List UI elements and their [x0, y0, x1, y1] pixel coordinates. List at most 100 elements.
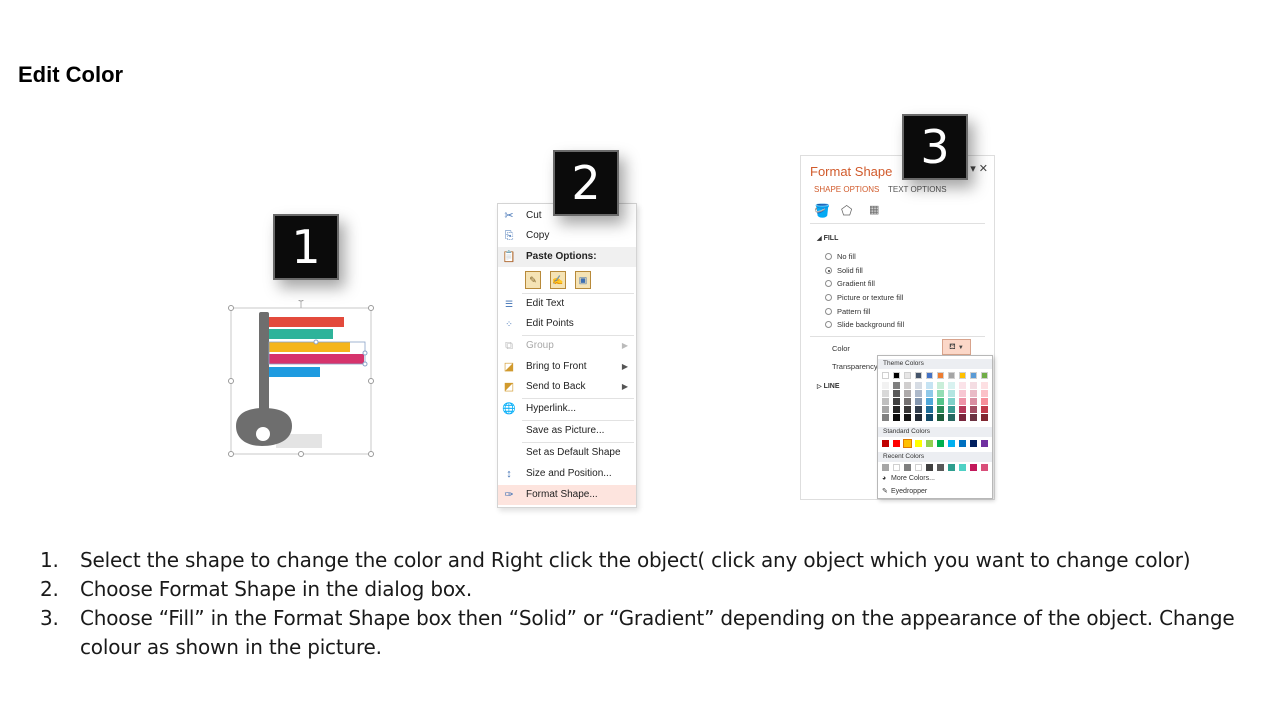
menu-item-size-and-position[interactable]: ↕ Size and Position... [498, 464, 636, 484]
theme-color-swatch[interactable] [926, 372, 933, 379]
line-section-header[interactable]: ▷ LINE [817, 383, 840, 390]
theme-shade-swatch[interactable] [915, 398, 922, 405]
key-diagram[interactable] [226, 300, 376, 460]
theme-shade-swatch[interactable] [926, 398, 933, 405]
standard-color-swatch[interactable] [937, 440, 944, 447]
standard-color-swatch[interactable] [926, 440, 933, 447]
theme-shade-swatch[interactable] [882, 382, 889, 389]
theme-shade-swatch[interactable] [882, 406, 889, 413]
theme-shade-swatch[interactable] [959, 398, 966, 405]
menu-item-save-as-picture[interactable]: Save as Picture... [498, 421, 636, 441]
menu-item-hyperlink[interactable]: 🌐 Hyperlink... [498, 399, 636, 419]
theme-shade-swatch[interactable] [937, 398, 944, 405]
theme-shade-swatch[interactable] [926, 382, 933, 389]
theme-shade-swatch[interactable] [893, 398, 900, 405]
theme-color-swatch[interactable] [981, 372, 988, 379]
theme-shade-swatch[interactable] [948, 382, 955, 389]
size-properties-icon[interactable]: ▦ [869, 203, 879, 216]
menu-item-bring-to-front[interactable]: ◪ Bring to Front ▶ [498, 357, 636, 377]
recent-color-swatch[interactable] [926, 464, 933, 471]
theme-shade-swatch[interactable] [915, 390, 922, 397]
standard-color-swatch[interactable] [893, 440, 900, 447]
standard-color-swatch[interactable] [915, 440, 922, 447]
theme-shade-swatch[interactable] [937, 382, 944, 389]
tab-shape-options[interactable]: SHAPE OPTIONS [814, 185, 879, 194]
theme-shade-swatch[interactable] [937, 414, 944, 421]
eyedropper-item[interactable]: ✎ Eyedropper [882, 487, 927, 495]
theme-shade-swatch[interactable] [959, 414, 966, 421]
theme-shade-swatch[interactable] [981, 406, 988, 413]
theme-shade-swatch[interactable] [926, 406, 933, 413]
theme-shade-swatch[interactable] [970, 390, 977, 397]
theme-shade-swatch[interactable] [904, 390, 911, 397]
theme-shade-swatch[interactable] [959, 382, 966, 389]
theme-shade-swatch[interactable] [959, 406, 966, 413]
theme-shade-swatch[interactable] [904, 398, 911, 405]
standard-color-swatch[interactable] [948, 440, 955, 447]
theme-shade-swatch[interactable] [882, 390, 889, 397]
menu-item-group[interactable]: ⧉ Group ▶ [498, 336, 636, 356]
standard-color-swatch[interactable] [882, 440, 889, 447]
theme-color-swatch[interactable] [882, 372, 889, 379]
theme-shade-swatch[interactable] [937, 406, 944, 413]
theme-color-swatch[interactable] [959, 372, 966, 379]
recent-color-swatch[interactable] [893, 464, 900, 471]
menu-item-send-to-back[interactable]: ◩ Send to Back ▶ [498, 377, 636, 397]
standard-color-swatch[interactable] [959, 440, 966, 447]
theme-shade-swatch[interactable] [893, 414, 900, 421]
recent-color-swatch[interactable] [981, 464, 988, 471]
close-icon[interactable]: ▾ ✕ [970, 162, 988, 175]
recent-color-swatch[interactable] [882, 464, 889, 471]
theme-shade-swatch[interactable] [915, 382, 922, 389]
recent-color-swatch[interactable] [915, 464, 922, 471]
theme-shade-swatch[interactable] [970, 414, 977, 421]
theme-shade-swatch[interactable] [904, 406, 911, 413]
theme-shade-swatch[interactable] [948, 406, 955, 413]
effects-icon[interactable]: ⬠ [841, 203, 852, 219]
standard-color-swatch[interactable] [981, 440, 988, 447]
recent-color-swatch[interactable] [937, 464, 944, 471]
theme-shade-swatch[interactable] [981, 382, 988, 389]
recent-color-swatch[interactable] [970, 464, 977, 471]
menu-item-edit-points[interactable]: ⁘ Edit Points [498, 314, 636, 334]
theme-shade-swatch[interactable] [981, 390, 988, 397]
recent-color-swatch[interactable] [904, 464, 911, 471]
theme-color-swatch[interactable] [915, 372, 922, 379]
tab-text-options[interactable]: TEXT OPTIONS [888, 185, 947, 194]
theme-shade-swatch[interactable] [915, 406, 922, 413]
theme-shade-swatch[interactable] [904, 382, 911, 389]
theme-shade-swatch[interactable] [926, 414, 933, 421]
standard-color-swatch[interactable] [970, 440, 977, 447]
theme-shade-swatch[interactable] [915, 414, 922, 421]
paste-picture-icon[interactable]: ▣ [575, 271, 591, 289]
menu-item-set-default-shape[interactable]: Set as Default Shape [498, 443, 636, 463]
fill-section-header[interactable]: ◢ FILL [817, 235, 838, 242]
theme-shade-swatch[interactable] [904, 414, 911, 421]
theme-color-swatch[interactable] [937, 372, 944, 379]
theme-shade-swatch[interactable] [882, 398, 889, 405]
fill-line-icon[interactable]: 🪣 [814, 203, 830, 219]
paste-use-destination-icon[interactable]: ✍ [550, 271, 566, 289]
theme-color-swatch[interactable] [904, 372, 911, 379]
theme-shade-swatch[interactable] [926, 390, 933, 397]
theme-shade-swatch[interactable] [937, 390, 944, 397]
recent-color-swatch[interactable] [948, 464, 955, 471]
theme-shade-swatch[interactable] [970, 382, 977, 389]
paste-keep-source-icon[interactable]: ✎ [525, 271, 541, 289]
theme-shade-swatch[interactable] [948, 398, 955, 405]
standard-color-swatch[interactable] [903, 439, 912, 448]
theme-shade-swatch[interactable] [970, 406, 977, 413]
theme-color-swatch[interactable] [893, 372, 900, 379]
theme-shade-swatch[interactable] [893, 382, 900, 389]
recent-color-swatch[interactable] [959, 464, 966, 471]
menu-item-copy[interactable]: ⎘ Copy [498, 226, 636, 246]
theme-shade-swatch[interactable] [948, 390, 955, 397]
theme-color-swatch[interactable] [970, 372, 977, 379]
theme-shade-swatch[interactable] [893, 390, 900, 397]
theme-shade-swatch[interactable] [948, 414, 955, 421]
theme-shade-swatch[interactable] [893, 406, 900, 413]
more-colors-item[interactable]: ◕ More Colors... [882, 475, 935, 482]
menu-item-edit-text[interactable]: ☰ Edit Text [498, 294, 636, 314]
theme-shade-swatch[interactable] [882, 414, 889, 421]
theme-shade-swatch[interactable] [970, 398, 977, 405]
